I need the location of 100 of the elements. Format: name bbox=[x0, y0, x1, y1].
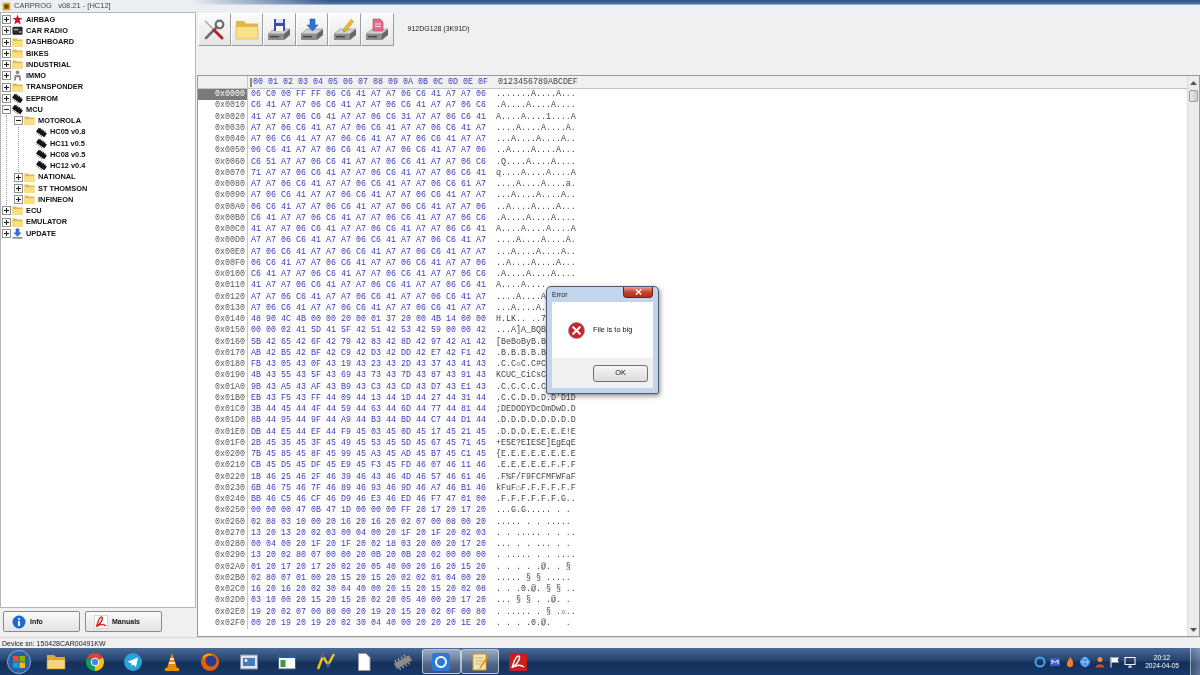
expand-toggle[interactable] bbox=[2, 93, 11, 103]
hex-bytes: A7 06 C6 41 A7 A7 06 C6 41 A7 A7 06 C6 41 A7 A7 bbox=[251, 302, 486, 314]
toolbar-button[interactable] bbox=[295, 13, 329, 46]
floppy-disk-icon bbox=[267, 17, 292, 42]
toolbar-button[interactable] bbox=[360, 13, 394, 46]
radio-icon bbox=[12, 25, 23, 37]
window-icon bbox=[277, 651, 298, 672]
folder-icon bbox=[24, 171, 35, 183]
download-arrow-icon bbox=[12, 227, 23, 239]
ascii-text: .E.E.E.E.E.F.F.F bbox=[495, 460, 576, 472]
ascii-text: {E.E.E.E.E.E.E.E bbox=[495, 449, 576, 461]
drive-pencil-icon bbox=[332, 17, 357, 42]
swirl-icon bbox=[94, 614, 108, 629]
up-arrow-icon[interactable] bbox=[1190, 80, 1197, 85]
expand-toggle[interactable] bbox=[2, 48, 11, 58]
ascii-text: ...A....A....A.. bbox=[495, 190, 576, 202]
expand-toggle[interactable] bbox=[2, 60, 11, 70]
ascii-text: .Q....A....A.... bbox=[495, 156, 576, 168]
ascii-text: . . . . .@. . § bbox=[495, 561, 571, 573]
expand-toggle[interactable] bbox=[14, 172, 23, 182]
expand-toggle[interactable] bbox=[2, 206, 11, 216]
ascii-text: ....A....A....a. bbox=[495, 179, 576, 191]
ascii-text: ...G.G..... . . bbox=[495, 505, 571, 517]
expand-toggle[interactable] bbox=[2, 82, 11, 92]
scroll-thumb[interactable] bbox=[1189, 90, 1198, 102]
monitor-icon[interactable] bbox=[1124, 655, 1136, 668]
hex-bytes: BB 46 C5 46 CF 46 D9 46 E3 46 ED 46 F7 47 01 00 bbox=[251, 494, 486, 506]
color-wheel-icon bbox=[84, 651, 105, 672]
hex-bytes: A7 06 C6 41 A7 A7 06 C6 41 A7 A7 06 C6 41 A7 A7 bbox=[251, 190, 486, 202]
hex-bytes: 00 20 19 20 19 20 02 30 04 40 00 20 20 20 1E 20 bbox=[251, 617, 486, 629]
toolbar-button[interactable] bbox=[263, 13, 296, 46]
chip-icon bbox=[36, 126, 47, 138]
expand-toggle[interactable] bbox=[2, 105, 11, 115]
ascii-text: ..... . . ..... bbox=[495, 516, 571, 528]
ascii-text: ..... § § ..... bbox=[495, 572, 571, 584]
ascii-text: .C.C.C.C.C bbox=[495, 381, 546, 393]
folder-icon bbox=[24, 115, 35, 127]
notepad-icon bbox=[469, 651, 490, 672]
expand-toggle[interactable] bbox=[2, 37, 11, 47]
scrollbar-track[interactable] bbox=[1187, 76, 1199, 636]
app-icon bbox=[2, 1, 11, 11]
expand-toggle[interactable] bbox=[2, 26, 11, 36]
down-arrow-icon[interactable] bbox=[1190, 627, 1197, 632]
ring-icon[interactable] bbox=[1034, 655, 1046, 668]
hex-bytes: 48 90 4C 4B 00 00 20 00 01 37 20 00 4B 14 00 00 bbox=[251, 314, 486, 326]
close-button[interactable] bbox=[623, 287, 653, 298]
hex-bytes: A7 A7 06 C6 41 A7 A7 06 C6 41 A7 A7 06 C6 41 A7 bbox=[251, 122, 486, 134]
toolbar-button[interactable] bbox=[198, 13, 231, 46]
hex-bytes: C6 41 A7 A7 06 C6 41 A7 A7 06 C6 41 A7 A7 06 C6 bbox=[251, 100, 486, 112]
toolbar-button[interactable] bbox=[328, 13, 361, 46]
expand-toggle[interactable] bbox=[2, 15, 11, 25]
picture-frame-icon bbox=[238, 651, 259, 672]
ascii-text: ;DEDODYDcDmDwD.D bbox=[495, 404, 576, 416]
ascii-text: .C.C.D.D.D.D'D1D bbox=[495, 392, 576, 404]
ascii-text: .F%F/F9FCFMFWFaF bbox=[495, 471, 576, 483]
star-icon bbox=[12, 14, 23, 26]
hex-bytes: 06 C0 00 FF FF 06 C6 41 A7 A7 06 C6 41 A7 A7 06 bbox=[251, 89, 486, 101]
paper-plane-icon bbox=[123, 651, 144, 672]
info-icon bbox=[12, 614, 26, 629]
expand-toggle[interactable] bbox=[2, 217, 11, 227]
flag-icon[interactable] bbox=[1109, 655, 1121, 668]
hex-bytes: 4B 43 55 43 5F 43 69 43 73 43 7D 43 87 43 91 43 bbox=[251, 370, 486, 382]
ascii-text: ...A]A_BQB bbox=[495, 325, 546, 337]
tile-icon[interactable] bbox=[1049, 655, 1061, 668]
ascii-text: . . . .0.@. . bbox=[495, 617, 571, 629]
hex-bytes: 6B 46 75 46 7F 46 89 46 93 46 9D 46 A7 46 B1 46 bbox=[251, 482, 486, 494]
hex-bytes: C6 41 A7 A7 06 C6 41 A7 A7 06 C6 41 A7 A7 06 C6 bbox=[251, 269, 486, 281]
ascii-text: .......A....A... bbox=[495, 89, 576, 101]
expand-toggle[interactable] bbox=[2, 228, 11, 238]
show-desktop-button[interactable] bbox=[1190, 648, 1200, 675]
chip-icon bbox=[12, 104, 23, 116]
taskbar-button[interactable] bbox=[460, 649, 499, 674]
hex-bytes: C6 51 A7 A7 06 C6 41 A7 A7 06 C6 41 A7 A7 06 C6 bbox=[251, 156, 486, 168]
ascii-text: .F.F.F.F.F.F.G.. bbox=[495, 494, 576, 506]
expand-toggle[interactable] bbox=[14, 116, 23, 126]
hex-bytes: 02 80 07 01 00 20 15 20 15 20 02 02 01 04 00 20 bbox=[251, 572, 486, 584]
hex-bytes: 13 20 02 80 07 00 00 20 0B 20 0B 20 02 00 00 00 bbox=[251, 550, 486, 562]
hex-bytes: 41 A7 A7 06 C6 41 A7 A7 06 C6 41 A7 A7 06 C6 41 bbox=[251, 280, 486, 292]
taskbar-button[interactable] bbox=[422, 649, 461, 674]
flame-icon[interactable] bbox=[1064, 655, 1076, 668]
expand-toggle[interactable] bbox=[2, 71, 11, 81]
ascii-text: +E5E?EIESE]EgEqE bbox=[495, 437, 576, 449]
ascii-text: q....A....A....A bbox=[495, 167, 576, 179]
chip-icon bbox=[36, 137, 47, 149]
ascii-text: .C.C☼C.C#C bbox=[495, 359, 546, 370]
hex-bytes: 1B 46 25 46 2F 46 39 46 43 46 4D 46 57 46 61 46 bbox=[251, 471, 486, 483]
hex-bytes: 8B 44 95 44 9F 44 A9 44 B3 44 BD 44 C7 44 D1 44 bbox=[251, 415, 486, 427]
ascii-text: .A....A....A.... bbox=[495, 100, 576, 112]
hex-bytes: 06 C6 41 A7 A7 06 C6 41 A7 A7 06 C6 41 A7 A7 06 bbox=[251, 201, 486, 213]
ascii-text: H.LK.. ..7 bbox=[495, 314, 546, 325]
expand-toggle[interactable] bbox=[14, 195, 23, 205]
globe-icon[interactable] bbox=[1079, 655, 1091, 668]
hex-bytes: FB 43 05 43 0F 43 19 43 23 43 2D 43 37 43 41 43 bbox=[251, 359, 486, 371]
hex-bytes: 03 10 00 20 15 20 15 20 02 20 05 40 00 20 17 20 bbox=[251, 595, 486, 607]
expand-toggle[interactable] bbox=[14, 183, 23, 193]
hex-bytes: DB 44 E5 44 EF 44 F9 45 03 45 0D 45 17 45 21 45 bbox=[251, 426, 486, 438]
person-icon[interactable] bbox=[1094, 655, 1106, 668]
drive-arrow-icon bbox=[300, 17, 325, 42]
hex-bytes: 9B 43 A5 43 AF 43 B9 43 C3 43 CD 43 D7 43 E1 43 bbox=[251, 381, 486, 393]
ascii-text: ....A....A....A. bbox=[495, 122, 576, 134]
